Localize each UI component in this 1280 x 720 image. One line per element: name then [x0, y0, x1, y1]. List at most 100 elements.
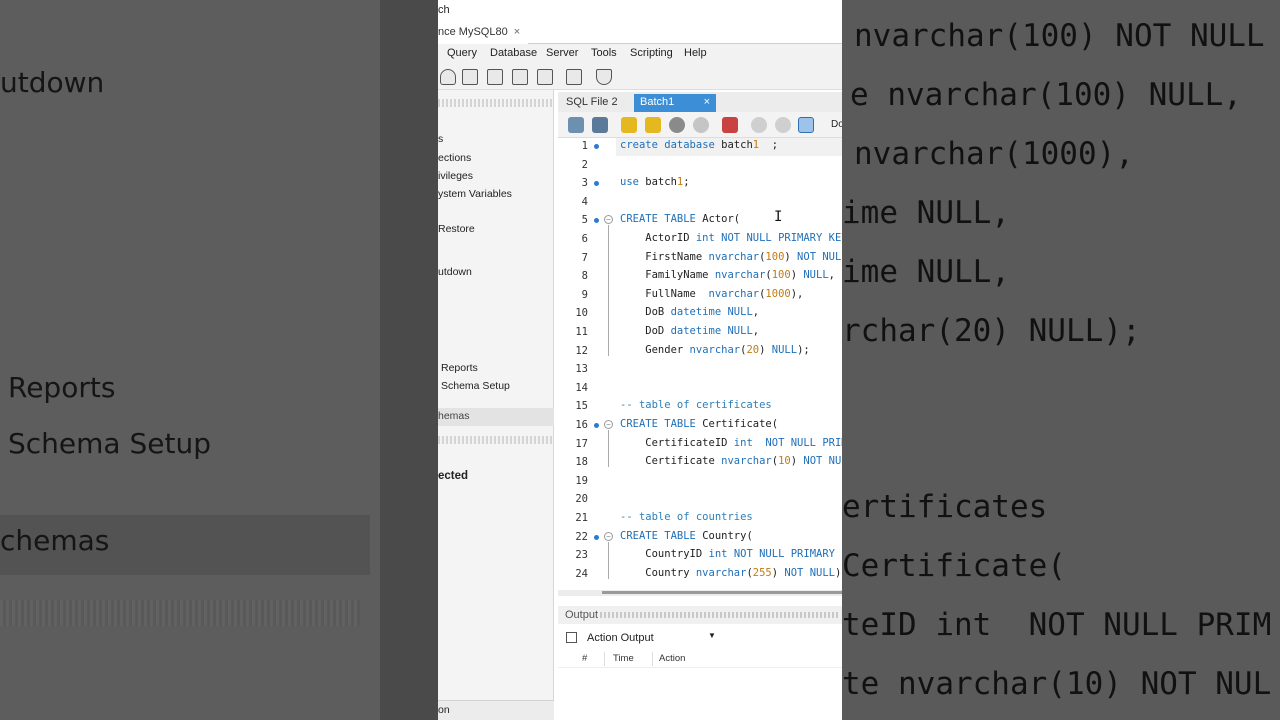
code-line[interactable]: 23 CountryID int NOT NULL PRIMARY K — [558, 547, 842, 565]
menu-query[interactable]: Query — [447, 47, 477, 59]
search-table-icon[interactable] — [566, 69, 582, 85]
code-text: FullName nvarchar(1000), — [620, 287, 804, 300]
code-line[interactable]: 7 FirstName nvarchar(100) NOT NULL — [558, 250, 842, 268]
commit-icon[interactable] — [751, 117, 767, 133]
line-number: 12 — [575, 344, 588, 357]
fold-guide — [608, 430, 609, 468]
code-line[interactable]: 9 FullName nvarchar(1000), — [558, 287, 842, 305]
limit-label: Do — [831, 119, 842, 130]
fold-toggle-icon[interactable]: − — [604, 531, 613, 541]
tab-batch1[interactable]: Batch1 × — [634, 94, 716, 112]
explain-icon[interactable] — [669, 117, 685, 133]
nav-item-system-variables[interactable]: ystem Variables — [438, 188, 512, 200]
new-view-icon[interactable] — [487, 69, 503, 85]
rollback-icon[interactable] — [775, 117, 791, 133]
save-icon[interactable] — [592, 117, 608, 133]
toggle-error-icon[interactable] — [722, 117, 738, 133]
code-text: use batch1; — [620, 176, 690, 189]
code-line[interactable]: 10 DoB datetime NULL, — [558, 305, 842, 323]
reconnect-icon[interactable] — [596, 69, 612, 85]
menu-bar: Query Database Server Tools Scripting He… — [438, 44, 842, 64]
code-text: ActorID int NOT NULL PRIMARY KEY — [620, 232, 842, 244]
fold-toggle-icon[interactable]: − — [604, 215, 613, 225]
editor-tab-bar: SQL File 2 Batch1 × — [558, 92, 842, 112]
code-text: -- table of certificates — [620, 399, 772, 412]
horizontal-scrollbar[interactable] — [558, 590, 842, 596]
chevron-down-icon[interactable]: ▼ — [708, 631, 716, 640]
execute-statement-icon[interactable] — [645, 117, 661, 133]
copy-icon[interactable] — [566, 632, 577, 643]
code-line[interactable]: 17 CertificateID int NOT NULL PRIM — [558, 436, 842, 454]
code-line[interactable]: 1 create database batch1 ; — [558, 138, 842, 156]
background-text: Reports — [8, 371, 116, 404]
close-icon[interactable]: × — [514, 26, 520, 38]
code-line[interactable]: 20 — [558, 491, 842, 509]
nav-item-restore[interactable]: Restore — [438, 223, 475, 235]
code-line[interactable]: 21 -- table of countries — [558, 510, 842, 528]
code-line[interactable]: 3 use batch1; — [558, 175, 842, 193]
close-icon[interactable]: × — [704, 96, 710, 108]
new-function-icon[interactable] — [537, 69, 553, 85]
code-text: CREATE TABLE Country( — [620, 529, 753, 542]
database-icon[interactable] — [440, 69, 456, 85]
code-line[interactable]: 12 Gender nvarchar(20) NULL); — [558, 343, 842, 361]
new-table-icon[interactable] — [462, 69, 478, 85]
menu-tools[interactable]: Tools — [591, 47, 617, 59]
menu-scripting[interactable]: Scripting — [630, 47, 673, 59]
line-number: 14 — [575, 381, 588, 394]
new-procedure-icon[interactable] — [512, 69, 528, 85]
schemas-tab[interactable]: hemas — [438, 408, 554, 426]
code-line[interactable]: 24 Country nvarchar(255) NOT NULL); — [558, 566, 842, 584]
scrollbar-thumb[interactable] — [602, 591, 842, 594]
code-line[interactable]: 16 − CREATE TABLE Certificate( — [558, 417, 842, 435]
nav-item-shutdown[interactable]: utdown — [438, 266, 472, 278]
text-cursor-icon: I — [774, 209, 783, 225]
code-line[interactable]: 15 -- table of certificates — [558, 398, 842, 416]
tab-sql-file-2[interactable]: SQL File 2 — [560, 94, 624, 112]
fold-guide — [608, 541, 609, 579]
background-code-line: te nvarchar(10) NOT NUL — [842, 666, 1272, 702]
line-number: 3 — [581, 177, 588, 190]
autocommit-icon[interactable] — [798, 117, 814, 133]
output-header: Output — [558, 606, 842, 624]
code-line[interactable]: 11 DoD datetime NULL, — [558, 324, 842, 342]
nav-item-privileges[interactable]: ivileges — [438, 170, 473, 182]
nav-item-schema-setup[interactable]: Schema Setup — [441, 380, 510, 392]
background-code-line: e nvarchar(100) NULL, — [850, 77, 1242, 113]
code-line[interactable]: 13 — [558, 361, 842, 379]
column-header-number[interactable]: # — [582, 653, 587, 664]
navigator-bottom-tab[interactable]: on — [438, 700, 554, 720]
output-type-selector[interactable]: Action Output ▼ — [558, 628, 842, 648]
line-number: 2 — [581, 158, 588, 171]
nav-item-reports[interactable]: Reports — [441, 362, 478, 374]
code-line[interactable]: 8 FamilyName nvarchar(100) NULL, — [558, 268, 842, 286]
menu-server[interactable]: Server — [546, 47, 578, 59]
code-line[interactable]: 22 − CREATE TABLE Country( — [558, 529, 842, 547]
nav-item-connections[interactable]: ections — [438, 152, 471, 164]
output-columns: # Time Action — [558, 650, 842, 668]
code-line[interactable]: 5 − CREATE TABLE Actor( — [558, 212, 842, 230]
code-line[interactable]: 14 — [558, 380, 842, 398]
connection-tab[interactable]: nce MySQL80 × — [438, 22, 529, 44]
fold-toggle-icon[interactable]: − — [604, 420, 613, 429]
menu-help[interactable]: Help — [684, 47, 707, 59]
line-number: 23 — [575, 549, 588, 562]
background-code-line: ertificates — [842, 489, 1048, 525]
code-line[interactable]: 18 Certificate nvarchar(10) NOT NUL — [558, 454, 842, 472]
menu-database[interactable]: Database — [490, 47, 537, 59]
code-line[interactable]: 19 — [558, 473, 842, 491]
statement-marker-icon — [594, 423, 599, 428]
stop-icon[interactable] — [693, 117, 709, 133]
open-folder-icon[interactable] — [568, 117, 584, 133]
nav-item[interactable]: s — [438, 133, 443, 145]
code-text: Certificate nvarchar(10) NOT NUL — [620, 455, 842, 468]
code-line[interactable]: 2 — [558, 157, 842, 175]
column-header-action[interactable]: Action — [659, 653, 685, 664]
code-line[interactable]: 6 ActorID int NOT NULL PRIMARY KEY — [558, 231, 842, 249]
sql-editor[interactable]: 1 create database batch1 ; 2 3 use batch1; 4 5… — [558, 138, 842, 590]
code-line[interactable]: 4 — [558, 194, 842, 212]
background-text: chemas — [0, 524, 110, 557]
code-text: CountryID int NOT NULL PRIMARY K — [620, 548, 842, 561]
execute-icon[interactable] — [621, 117, 637, 133]
column-header-time[interactable]: Time — [613, 653, 634, 664]
